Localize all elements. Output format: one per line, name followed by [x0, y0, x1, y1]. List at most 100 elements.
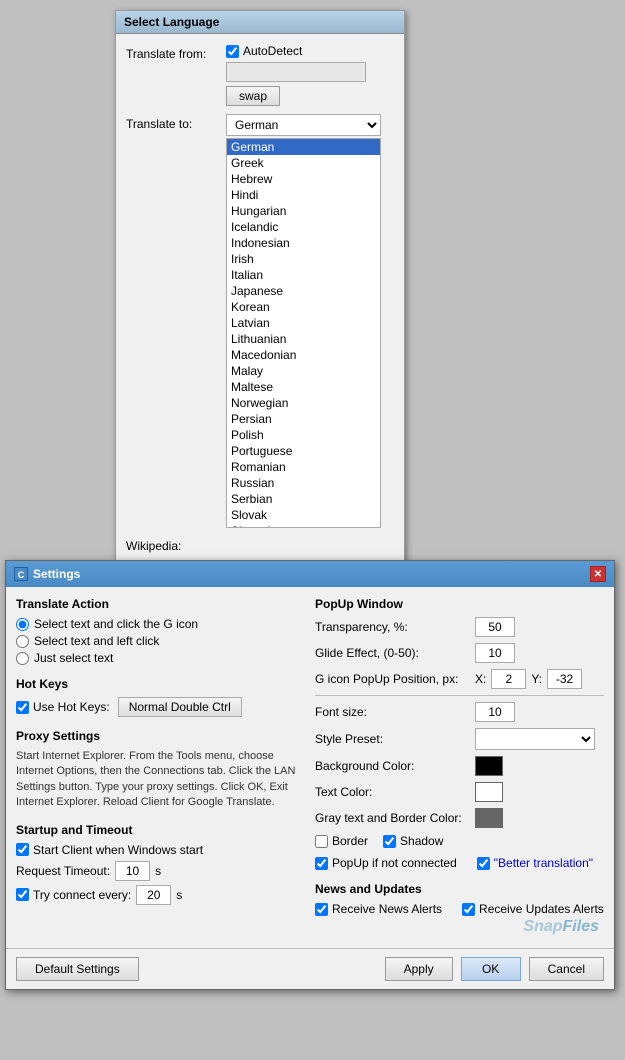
background-color-swatch[interactable]	[475, 756, 503, 776]
list-item-icelandic[interactable]: Icelandic	[227, 219, 380, 235]
list-item-portuguese[interactable]: Portuguese	[227, 443, 380, 459]
list-item-irish[interactable]: Irish	[227, 251, 380, 267]
receive-news-checkbox[interactable]	[315, 903, 328, 916]
list-item-german[interactable]: German	[227, 139, 380, 155]
proxy-section: Proxy Settings Start Internet Explorer. …	[16, 729, 305, 811]
action-radio-3[interactable]	[16, 652, 29, 665]
proxy-description: Start Internet Explorer. From the Tools …	[16, 749, 305, 811]
list-item-macedonian[interactable]: Macedonian	[227, 347, 380, 363]
proxy-title: Proxy Settings	[16, 729, 305, 743]
list-item-hindi[interactable]: Hindi	[227, 187, 380, 203]
font-size-row: Font size:	[315, 702, 604, 722]
style-preset-select[interactable]	[475, 728, 595, 750]
action-option-3: Just select text	[16, 651, 305, 665]
translate-from-label: Translate from:	[126, 44, 226, 61]
list-item-serbian[interactable]: Serbian	[227, 491, 380, 507]
hot-key-button[interactable]: Normal Double Ctrl	[118, 697, 242, 717]
translate-action-title: Translate Action	[16, 597, 305, 611]
translate-to-label: Translate to:	[126, 114, 226, 131]
list-item-slovenian[interactable]: Slovenian	[227, 523, 380, 528]
try-connect-label: Try connect every:	[33, 888, 131, 902]
try-connect-input[interactable]	[136, 885, 171, 905]
close-button[interactable]: ✕	[590, 566, 606, 582]
snapfiles-watermark-settings: SnapFiles	[315, 916, 604, 938]
list-item-maltese[interactable]: Maltese	[227, 379, 380, 395]
startup-section: Startup and Timeout Start Client when Wi…	[16, 823, 305, 905]
try-connect-checkbox-group: Try connect every:	[16, 888, 131, 902]
better-translation-checkbox[interactable]	[477, 857, 490, 870]
start-client-label: Start Client when Windows start	[33, 843, 203, 857]
wikipedia-label: Wikipedia:	[126, 536, 226, 553]
shadow-checkbox-group: Shadow	[383, 834, 443, 848]
receive-news-label: Receive News Alerts	[332, 902, 442, 916]
gray-text-swatch[interactable]	[475, 808, 503, 828]
watermark-files: Files	[563, 918, 599, 935]
settings-right-panel: PopUp Window Transparency, %: Glide Effe…	[315, 597, 604, 938]
action-radio-1[interactable]	[16, 618, 29, 631]
news-row: Receive News Alerts Receive Updates Aler…	[315, 902, 604, 916]
list-item-lithuanian[interactable]: Lithuanian	[227, 331, 380, 347]
swap-button[interactable]: swap	[226, 86, 280, 106]
target-language-select[interactable]: German	[226, 114, 381, 136]
popup-connected-checkbox[interactable]	[315, 857, 328, 870]
try-connect-checkbox[interactable]	[16, 888, 29, 901]
list-item-korean[interactable]: Korean	[227, 299, 380, 315]
text-color-swatch[interactable]	[475, 782, 503, 802]
g-icon-x-input[interactable]	[491, 669, 526, 689]
list-item-indonesian[interactable]: Indonesian	[227, 235, 380, 251]
list-item-slovak[interactable]: Slovak	[227, 507, 380, 523]
default-settings-button[interactable]: Default Settings	[16, 957, 139, 981]
ok-button[interactable]: OK	[461, 957, 521, 981]
footer-right: Apply OK Cancel	[385, 957, 604, 981]
select-language-content: Translate from: AutoDetect English swap …	[116, 34, 404, 602]
g-icon-y-input[interactable]	[547, 669, 582, 689]
request-timeout-input[interactable]	[115, 861, 150, 881]
glide-effect-input[interactable]	[475, 643, 515, 663]
autodetect-row: AutoDetect	[226, 44, 394, 58]
x-label: X:	[475, 672, 486, 686]
transparency-row: Transparency, %:	[315, 617, 604, 637]
cancel-button[interactable]: Cancel	[529, 957, 604, 981]
list-item-hebrew[interactable]: Hebrew	[227, 171, 380, 187]
list-item-russian[interactable]: Russian	[227, 475, 380, 491]
receive-updates-checkbox[interactable]	[462, 903, 475, 916]
list-item-greek[interactable]: Greek	[227, 155, 380, 171]
shadow-checkbox[interactable]	[383, 835, 396, 848]
action-radio-2[interactable]	[16, 635, 29, 648]
source-language-input[interactable]: English	[226, 62, 366, 82]
list-item-malay[interactable]: Malay	[227, 363, 380, 379]
request-timeout-label: Request Timeout:	[16, 864, 110, 878]
request-timeout-row: Request Timeout: s	[16, 861, 305, 881]
font-size-input[interactable]	[475, 702, 515, 722]
action-label-1: Select text and click the G icon	[34, 617, 198, 631]
use-hot-keys-label: Use Hot Keys:	[33, 700, 110, 714]
start-client-checkbox[interactable]	[16, 843, 29, 856]
settings-body: Translate Action Select text and click t…	[6, 587, 614, 948]
list-item-romanian[interactable]: Romanian	[227, 459, 380, 475]
apply-button[interactable]: Apply	[385, 957, 453, 981]
use-hot-keys-checkbox-group: Use Hot Keys:	[16, 700, 110, 714]
use-hot-keys-checkbox[interactable]	[16, 701, 29, 714]
list-item-hungarian[interactable]: Hungarian	[227, 203, 380, 219]
select-language-dialog: Select Language Translate from: AutoDete…	[115, 10, 405, 603]
text-color-row: Text Color:	[315, 782, 604, 802]
autodetect-checkbox[interactable]	[226, 45, 239, 58]
list-item-latvian[interactable]: Latvian	[227, 315, 380, 331]
news-title: News and Updates	[315, 882, 604, 896]
settings-left-panel: Translate Action Select text and click t…	[16, 597, 305, 938]
border-checkbox[interactable]	[315, 835, 328, 848]
border-checkbox-group: Border	[315, 834, 368, 848]
footer-left: Default Settings	[16, 957, 139, 981]
list-item-japanese[interactable]: Japanese	[227, 283, 380, 299]
list-item-italian[interactable]: Italian	[227, 267, 380, 283]
receive-news-group: Receive News Alerts	[315, 902, 442, 916]
transparency-input[interactable]	[475, 617, 515, 637]
list-item-polish[interactable]: Polish	[227, 427, 380, 443]
list-item-norwegian[interactable]: Norwegian	[227, 395, 380, 411]
list-item-persian[interactable]: Persian	[227, 411, 380, 427]
language-list[interactable]: German Greek Hebrew Hindi Hungarian Icel…	[226, 138, 381, 528]
hot-keys-row: Use Hot Keys: Normal Double Ctrl	[16, 697, 305, 717]
style-preset-label: Style Preset:	[315, 732, 475, 746]
popup-connected-row: PopUp if not connected "Better translati…	[315, 856, 604, 870]
settings-icon: C	[14, 567, 28, 581]
